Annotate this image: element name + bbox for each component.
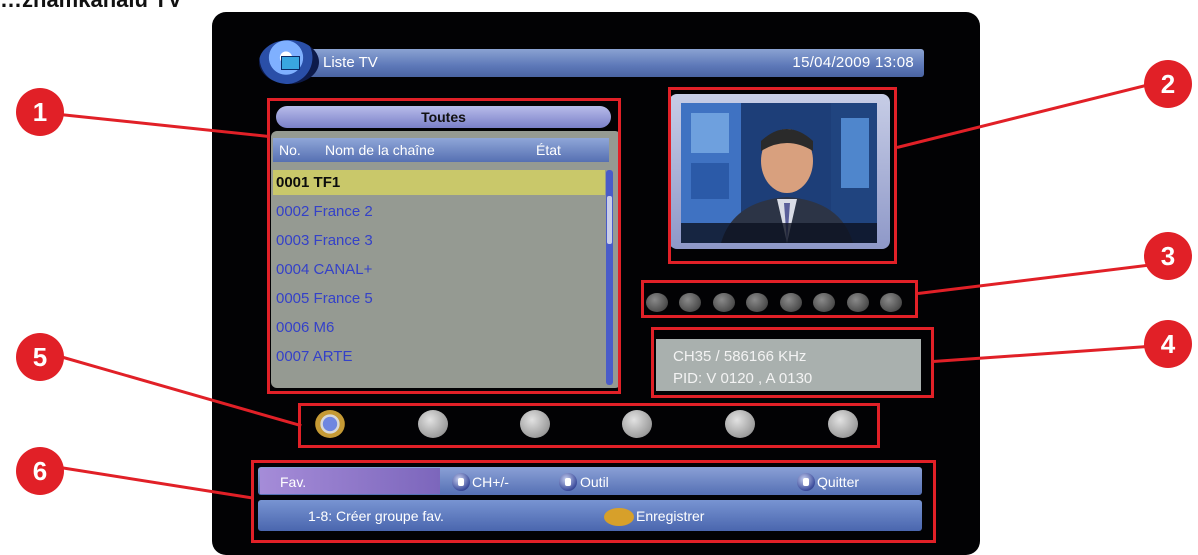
page-heading: …zhamkanalu TV xyxy=(0,0,182,13)
screen-title: Liste TV xyxy=(323,54,378,71)
callout-badge-3: 3 xyxy=(1144,232,1192,280)
tv-list-icon xyxy=(259,40,319,84)
datetime: 15/04/2009 13:08 xyxy=(792,54,914,71)
callout-badge-2: 2 xyxy=(1144,60,1192,108)
callout-box-4 xyxy=(651,327,934,398)
callout-badge-6: 6 xyxy=(16,447,64,495)
callout-badge-5: 5 xyxy=(16,333,64,381)
callout-box-3 xyxy=(641,280,918,318)
callout-box-5 xyxy=(298,403,880,448)
callout-badge-4: 4 xyxy=(1144,320,1192,368)
callout-box-2 xyxy=(668,87,897,264)
callout-box-1 xyxy=(267,98,621,394)
callout-box-6 xyxy=(251,460,936,543)
callout-badge-1: 1 xyxy=(16,88,64,136)
